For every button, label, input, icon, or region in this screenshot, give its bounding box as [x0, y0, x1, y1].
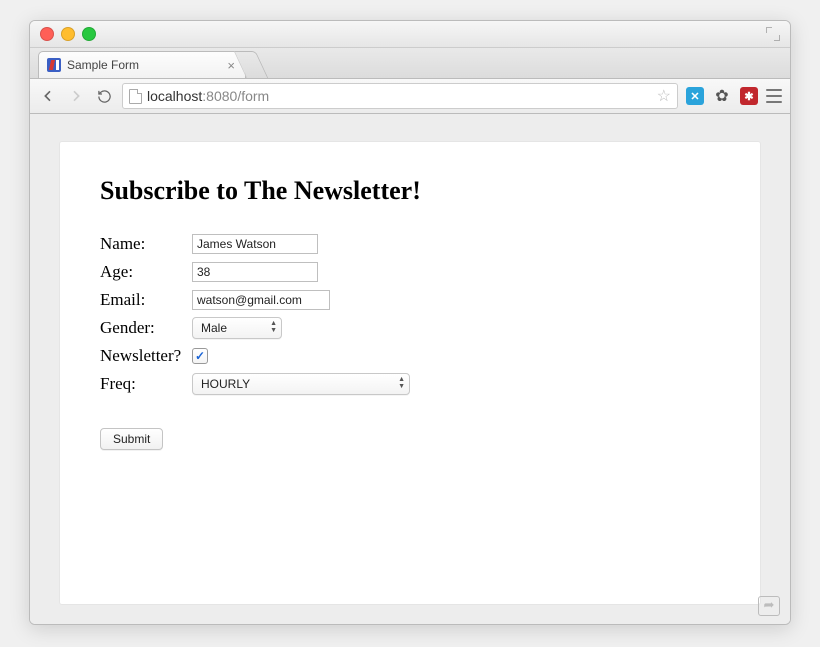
select-arrows-icon: ▲▼ — [270, 320, 277, 334]
window-controls — [40, 27, 96, 41]
age-input[interactable] — [192, 262, 318, 282]
name-label: Name: — [100, 234, 192, 254]
page-content: Subscribe to The Newsletter! Name: Age: … — [60, 142, 760, 604]
gender-label: Gender: — [100, 318, 192, 338]
bookmark-star-icon[interactable]: ☆ — [657, 86, 671, 106]
page-heading: Subscribe to The Newsletter! — [100, 176, 720, 206]
page-icon — [129, 89, 142, 104]
form-row-email: Email: — [100, 288, 720, 312]
newsletter-label: Newsletter? — [100, 346, 192, 366]
share-icon[interactable] — [758, 596, 780, 616]
gender-select-value: Male — [201, 321, 227, 335]
url-port: :8080 — [202, 88, 237, 104]
url-path: /form — [237, 88, 269, 104]
forward-button[interactable] — [66, 86, 86, 106]
address-bar[interactable]: localhost:8080/form ☆ — [122, 83, 678, 109]
minimize-window-button[interactable] — [61, 27, 75, 41]
settings-gear-icon[interactable]: ✿ — [712, 86, 732, 106]
form-row-gender: Gender: Male ▲▼ — [100, 316, 720, 340]
email-label: Email: — [100, 290, 192, 310]
freq-select[interactable]: HOURLY ▲▼ — [192, 373, 410, 395]
menu-button[interactable] — [766, 89, 782, 103]
titlebar — [30, 21, 790, 48]
freq-select-value: HOURLY — [201, 377, 250, 391]
submit-button[interactable]: Submit — [100, 428, 163, 450]
extension-icon[interactable]: ✕ — [686, 87, 704, 105]
freq-label: Freq: — [100, 374, 192, 394]
toolbar: localhost:8080/form ☆ ✕ ✿ ✱ — [30, 79, 790, 114]
form-row-newsletter: Newsletter? — [100, 344, 720, 368]
extension-icon[interactable]: ✱ — [740, 87, 758, 105]
tab-bar: Sample Form × — [30, 48, 790, 79]
gender-select[interactable]: Male ▲▼ — [192, 317, 282, 339]
favicon-icon — [47, 58, 61, 72]
zoom-window-button[interactable] — [82, 27, 96, 41]
select-arrows-icon: ▲▼ — [398, 376, 405, 390]
close-window-button[interactable] — [40, 27, 54, 41]
reload-button[interactable] — [94, 86, 114, 106]
form-row-freq: Freq: HOURLY ▲▼ — [100, 372, 720, 396]
form-row-age: Age: — [100, 260, 720, 284]
browser-tab[interactable]: Sample Form × — [38, 51, 246, 78]
newsletter-checkbox[interactable] — [192, 348, 208, 364]
viewport: Subscribe to The Newsletter! Name: Age: … — [30, 114, 790, 624]
close-tab-button[interactable]: × — [225, 58, 237, 73]
fullscreen-icon[interactable] — [766, 27, 780, 41]
name-input[interactable] — [192, 234, 318, 254]
tab-title: Sample Form — [67, 58, 139, 72]
email-input[interactable] — [192, 290, 330, 310]
browser-window: Sample Form × localhost:8080/form ☆ ✕ ✿ … — [29, 20, 791, 625]
age-label: Age: — [100, 262, 192, 282]
form-row-name: Name: — [100, 232, 720, 256]
url-host: localhost — [147, 88, 202, 104]
back-button[interactable] — [38, 86, 58, 106]
